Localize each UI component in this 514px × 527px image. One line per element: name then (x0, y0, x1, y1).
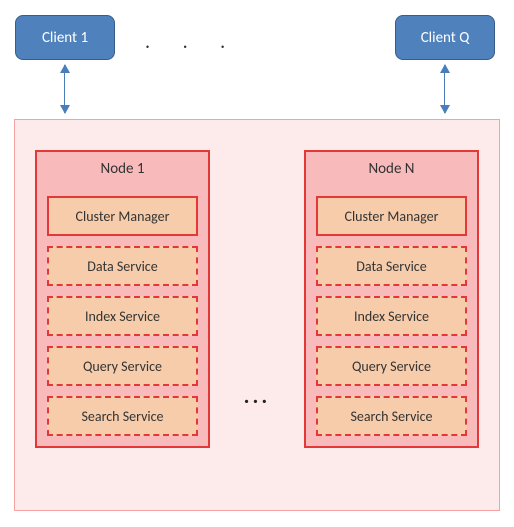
service-label: Search Service (81, 408, 163, 425)
service-label: Query Service (352, 358, 431, 375)
client-arrow (444, 65, 445, 113)
client-arrow (64, 65, 65, 113)
service-label: Index Service (354, 308, 429, 325)
client-label: Client 1 (42, 29, 88, 47)
service-data: Data Service (47, 246, 198, 286)
service-search: Search Service (316, 396, 467, 436)
service-search: Search Service (47, 396, 198, 436)
service-index: Index Service (47, 296, 198, 336)
service-query: Query Service (47, 346, 198, 386)
service-index: Index Service (316, 296, 467, 336)
cluster-container: Node 1 Cluster Manager Data Service Inde… (14, 119, 500, 511)
node-title: Node N (368, 152, 414, 186)
service-label: Cluster Manager (345, 208, 439, 225)
node-box: Node N Cluster Manager Data Service Inde… (304, 150, 479, 448)
client-box: Client 1 (15, 15, 115, 60)
node-ellipsis: ... (244, 382, 271, 409)
client-box: Client Q (395, 15, 495, 60)
service-data: Data Service (316, 246, 467, 286)
service-query: Query Service (316, 346, 467, 386)
service-label: Data Service (356, 258, 426, 275)
client-label: Client Q (421, 29, 470, 47)
service-cluster-manager: Cluster Manager (47, 196, 198, 236)
service-label: Cluster Manager (76, 208, 170, 225)
service-label: Search Service (350, 408, 432, 425)
service-label: Query Service (83, 358, 162, 375)
client-ellipsis: . . . (145, 30, 239, 54)
service-label: Index Service (85, 308, 160, 325)
node-title: Node 1 (101, 152, 145, 186)
service-cluster-manager: Cluster Manager (316, 196, 467, 236)
node-box: Node 1 Cluster Manager Data Service Inde… (35, 150, 210, 448)
service-label: Data Service (87, 258, 157, 275)
